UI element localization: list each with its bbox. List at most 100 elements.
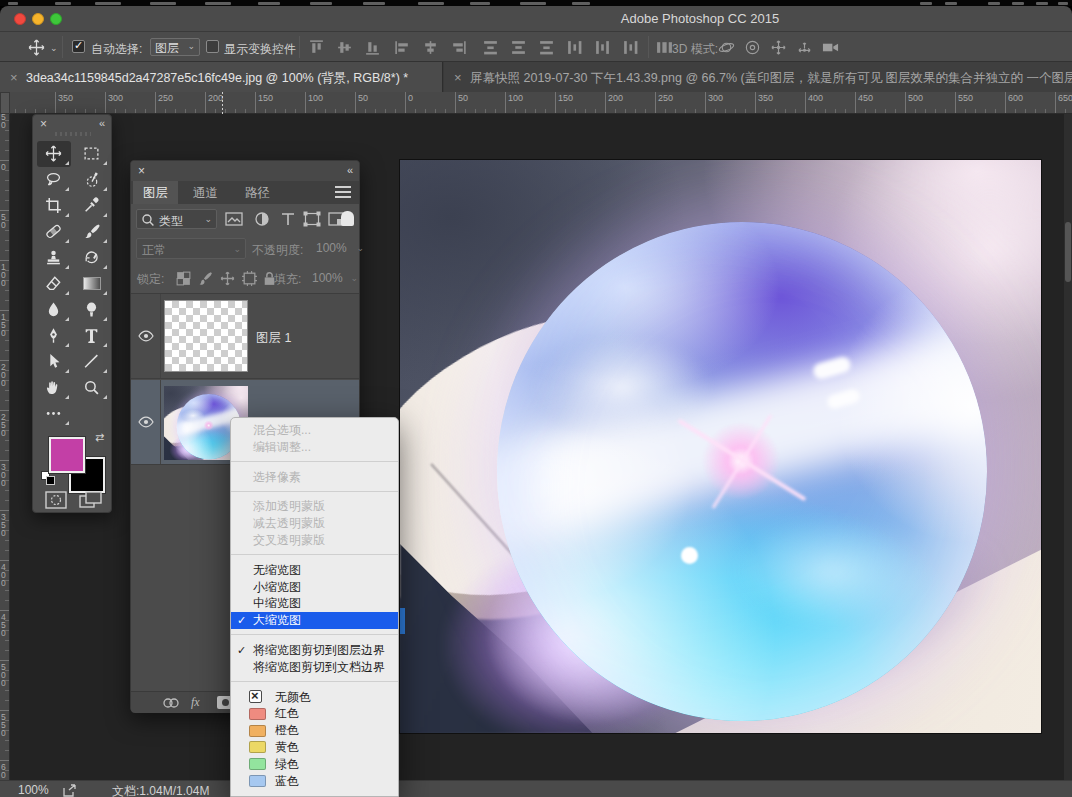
panel-menu-icon[interactable]	[335, 186, 351, 198]
tool-preset-chevron[interactable]: ⌄	[50, 43, 58, 53]
tab-layers[interactable]: 图层	[133, 181, 178, 204]
ellipsis-tool[interactable]	[37, 401, 71, 427]
title-bar[interactable]: Adobe Photoshop CC 2015	[0, 6, 1072, 32]
hand-tool[interactable]	[37, 375, 71, 401]
menu-item[interactable]: 橙色	[231, 722, 398, 739]
default-colors-icon[interactable]	[41, 471, 55, 485]
lock-pixels-icon[interactable]	[197, 270, 214, 287]
move-tool[interactable]	[37, 141, 71, 167]
lock-transparency-icon[interactable]	[175, 270, 192, 287]
tab-channels[interactable]: 通道	[183, 181, 228, 204]
collapse-panel-icon[interactable]: «	[347, 164, 352, 176]
filter-shape-layers-icon[interactable]	[303, 211, 321, 227]
close-panel-icon[interactable]: ×	[138, 164, 145, 178]
swap-colors-icon[interactable]: ⇄	[95, 431, 104, 444]
auto-select-checkbox[interactable]	[72, 40, 85, 53]
close-panel-icon[interactable]: ×	[40, 117, 47, 131]
filter-type-dropdown[interactable]: 类型⌄	[136, 209, 217, 229]
lasso-tool[interactable]	[37, 167, 71, 193]
distribute-bottom-edges-icon[interactable]	[538, 39, 555, 56]
quick-mask-icon[interactable]	[45, 491, 67, 509]
crop-tool[interactable]	[37, 193, 71, 219]
quick-select-tool[interactable]	[75, 167, 109, 193]
marquee-tool[interactable]	[75, 141, 109, 167]
document-size-info[interactable]: 文档:1.04M/1.04M	[112, 783, 209, 797]
layer-visibility-eye-icon[interactable]	[138, 416, 154, 428]
type-tool[interactable]	[75, 323, 109, 349]
menu-item[interactable]: 小缩览图	[231, 579, 398, 596]
menu-item[interactable]: 无颜色	[231, 689, 398, 706]
close-tab-icon[interactable]: ×	[10, 70, 18, 85]
menu-item[interactable]: 绿色	[231, 756, 398, 773]
history-brush-tool[interactable]	[75, 245, 109, 271]
distribute-left-edges-icon[interactable]	[566, 39, 583, 56]
link-layers-icon[interactable]	[161, 697, 181, 709]
foreground-color-swatch[interactable]	[49, 437, 85, 473]
path-select-tool[interactable]	[37, 349, 71, 375]
auto-align-icon[interactable]	[656, 39, 673, 56]
opacity-value[interactable]: 100%⌄	[313, 238, 357, 259]
menu-item[interactable]: 蓝色	[231, 773, 398, 790]
3d-slide-icon[interactable]	[796, 39, 813, 56]
distribute-top-edges-icon[interactable]	[482, 39, 499, 56]
blend-mode-dropdown[interactable]: 正常⌄	[136, 238, 246, 259]
auto-select-target-dropdown[interactable]: 图层⌄	[150, 38, 200, 56]
brush-tool[interactable]	[75, 219, 109, 245]
layer-thumbnail-transparent[interactable]	[164, 300, 248, 372]
align-vertical-centers-icon[interactable]	[336, 39, 353, 56]
3d-roll-icon[interactable]	[744, 39, 761, 56]
screen-mode-icon[interactable]	[79, 491, 103, 509]
layer-style-fx-icon[interactable]: fx	[191, 695, 200, 710]
panel-header[interactable]: ×«	[131, 161, 359, 181]
layer-row-1[interactable]: 图层 1	[131, 294, 359, 379]
panel-grip[interactable]	[55, 132, 91, 136]
align-horizontal-centers-icon[interactable]	[422, 39, 439, 56]
layer-visibility-eye-icon[interactable]	[138, 330, 154, 342]
distribute-vertical-centers-icon[interactable]	[510, 39, 527, 56]
menu-item[interactable]: 将缩览图剪切到文档边界	[231, 659, 398, 676]
distribute-right-edges-icon[interactable]	[622, 39, 639, 56]
menu-item[interactable]: 红色	[231, 705, 398, 722]
collapse-panel-icon[interactable]: «	[99, 117, 104, 129]
lock-artboard-icon[interactable]	[241, 270, 258, 287]
document-tab-active[interactable]: ×3dea34c1159845d2a47287e5c16fc49e.jpg @ …	[0, 62, 443, 92]
align-bottom-edges-icon[interactable]	[364, 39, 381, 56]
3d-rotate-icon[interactable]	[718, 39, 735, 56]
fill-value[interactable]: 100%⌄	[309, 267, 353, 288]
3d-drag-icon[interactable]	[770, 39, 787, 56]
filter-toggle[interactable]	[341, 211, 354, 226]
menu-item[interactable]: ✓将缩览图剪切到图层边界	[231, 642, 398, 659]
menu-item[interactable]: 无缩览图	[231, 562, 398, 579]
healing-tool[interactable]	[37, 219, 71, 245]
zoom-tool[interactable]	[75, 375, 109, 401]
menu-item[interactable]: 黄色	[231, 739, 398, 756]
3d-camera-icon[interactable]	[822, 39, 839, 56]
menu-item[interactable]: 中缩览图	[231, 595, 398, 612]
menu-item[interactable]: ✓大缩览图	[231, 612, 398, 629]
dodge-tool[interactable]	[75, 297, 109, 323]
show-transform-checkbox[interactable]	[206, 40, 219, 53]
share-icon[interactable]	[62, 784, 77, 797]
align-right-edges-icon[interactable]	[450, 39, 467, 56]
pen-tool[interactable]	[37, 323, 71, 349]
close-window-button[interactable]	[14, 13, 26, 25]
eyedropper-tool[interactable]	[75, 193, 109, 219]
distribute-horizontal-centers-icon[interactable]	[594, 39, 611, 56]
align-top-edges-icon[interactable]	[308, 39, 325, 56]
move-tool-icon[interactable]	[28, 39, 45, 56]
align-left-edges-icon[interactable]	[394, 39, 411, 56]
zoom-level[interactable]: 100%	[18, 783, 49, 797]
filter-adjustment-layers-icon[interactable]	[253, 211, 271, 227]
filter-type-layers-icon[interactable]	[279, 211, 297, 227]
line-tool[interactable]	[75, 349, 109, 375]
document-canvas[interactable]	[400, 160, 1041, 733]
stamp-tool[interactable]	[37, 245, 71, 271]
document-tab-inactive[interactable]: ×屏幕快照 2019-07-30 下午1.43.39.png @ 66.7% (…	[444, 62, 1072, 92]
lock-position-icon[interactable]	[219, 270, 236, 287]
scrollbar-thumb[interactable]	[1065, 222, 1071, 282]
eraser-tool[interactable]	[37, 271, 71, 297]
blur-tool[interactable]	[37, 297, 71, 323]
vertical-scrollbar[interactable]	[1064, 114, 1072, 780]
maximize-window-button[interactable]	[50, 13, 62, 25]
tab-paths[interactable]: 路径	[235, 181, 280, 204]
